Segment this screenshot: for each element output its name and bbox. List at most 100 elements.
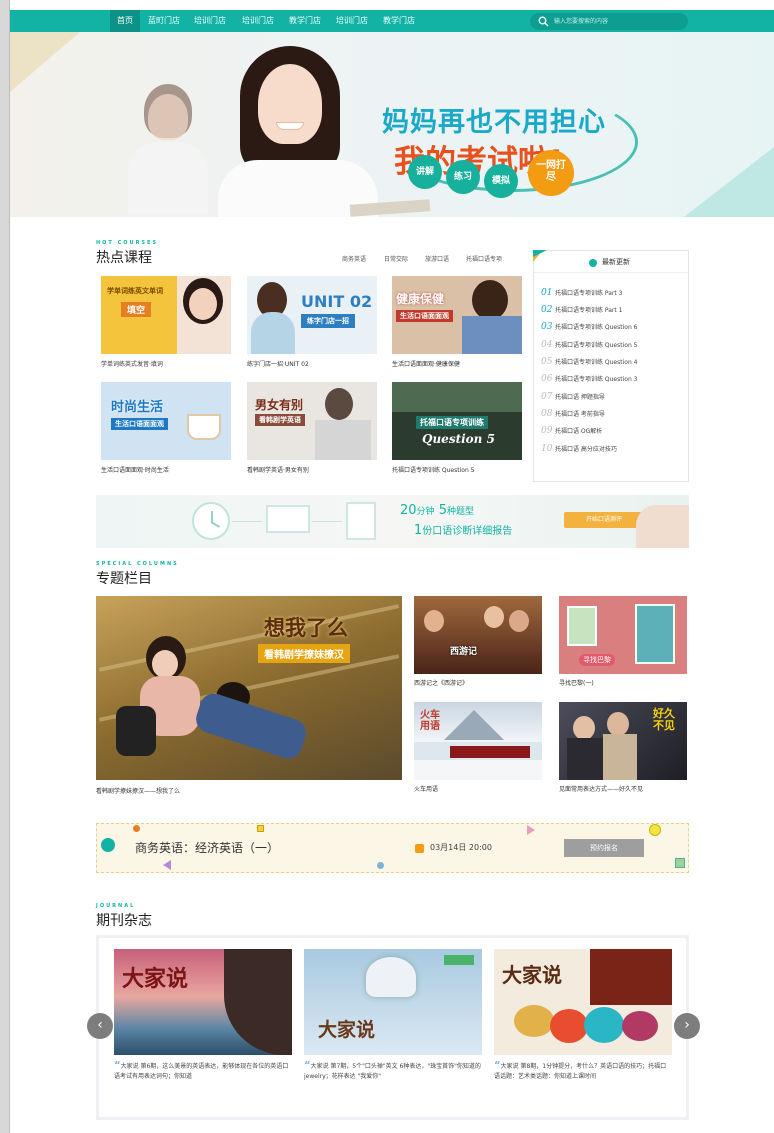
topics-section-en: SPECIAL COLUMNS (96, 561, 179, 567)
thumb-title: 时尚生活 (111, 400, 164, 415)
filter-3[interactable]: 托福口语专项 (466, 254, 502, 263)
live-class-time: 03月14日 20:00 (430, 843, 492, 852)
course-caption[interactable]: 托福口语专项训练 Question 5 (392, 465, 527, 474)
nav-item-home[interactable]: 首页 (110, 10, 140, 32)
list-item[interactable]: 09 托福口语 OG解析 (541, 424, 602, 438)
item-title[interactable]: 托福口语 考前指导 (555, 411, 605, 418)
topic-caption[interactable]: 寻找巴黎(一) (559, 678, 594, 687)
course-thumb[interactable]: 男女有别 看韩剧学英语 (247, 382, 377, 460)
magazine-desc[interactable]: “大家说 第8期，1分钟提分，考什么？英语口语的技巧；托福口语话题：艺术类话题：… (494, 1061, 672, 1081)
featured-overlay-sub: 看韩剧学撩妹撩汉 (258, 644, 350, 663)
item-number: 03 (541, 322, 553, 332)
course-thumb[interactable]: 托福口语专项训练 Question 5 (392, 382, 522, 460)
course-thumb[interactable]: UNIT 02 练字门店一招 (247, 276, 377, 354)
magazine-cover[interactable]: 大家说 (494, 949, 672, 1055)
item-title[interactable]: 托福口语专项训练 Question 4 (555, 359, 637, 366)
topic-caption[interactable]: 火车用语 (414, 784, 438, 793)
list-item[interactable]: 07 托福口语 押题指导 (541, 390, 605, 404)
item-number: 04 (541, 340, 553, 350)
filter-1[interactable]: 日常交际 (384, 254, 408, 263)
decor-line (232, 521, 262, 522)
bubble-all: 一网打尽 (528, 150, 574, 196)
start-test-button[interactable]: 开始口语测评 (564, 512, 644, 528)
course-caption[interactable]: 看韩剧学英语·男女有别 (247, 465, 382, 474)
item-title[interactable]: 托福口语专项训练 Question 6 (555, 324, 637, 331)
nav-item-5[interactable]: 培训门店 (336, 10, 368, 32)
magazine-desc[interactable]: “大家说 第6期，这么美景的英语表达，能够体现在各位的英语口语考试有用表达词句；… (114, 1061, 292, 1081)
filter-0[interactable]: 商务英语 (342, 254, 366, 263)
course-caption[interactable]: 生活口语面面观·时尚生活 (101, 465, 236, 474)
hero-banner[interactable]: 妈妈再也不用担心 我的考试啦! 讲解 练习 模拟 一网打尽 (10, 32, 774, 217)
list-item[interactable]: 02 托福口语专项训练 Part 1 (541, 303, 622, 317)
list-item[interactable]: 05 托福口语专项训练 Question 4 (541, 355, 637, 369)
filter-2[interactable]: 旅游口语 (425, 254, 449, 263)
oral-test-promo[interactable]: 20分钟 5种题型 1份口语诊断详细报告 开始口语测评 (96, 495, 689, 548)
carousel-next-button[interactable]: › (674, 1013, 700, 1039)
course-thumb[interactable]: 学单词练英文单词 填空 (101, 276, 231, 354)
thumb-sub: 练字门店一招 (301, 314, 355, 328)
bubble-practice: 练习 (446, 160, 480, 194)
topic-thumb[interactable]: 西游记 (414, 596, 542, 674)
reserve-button[interactable]: 预约报名 (564, 839, 644, 857)
featured-topic-image[interactable]: 想我了么 看韩剧学撩妹撩汉 (96, 596, 402, 780)
topic-thumb[interactable]: 火车用语 (414, 702, 542, 780)
topic-thumb[interactable]: 好久不见 (559, 702, 687, 780)
item-number: 02 (541, 305, 553, 315)
list-item[interactable]: 08 托福口语 考前指导 (541, 407, 605, 421)
magazine-cover[interactable]: 大家说 (114, 949, 292, 1055)
item-number: 05 (541, 357, 553, 367)
list-item[interactable]: 04 托福口语专项训练 Question 5 (541, 338, 637, 352)
topic-caption[interactable]: 见面常用表达方式——好久不见 (559, 784, 643, 793)
topic-thumb[interactable]: 寻找巴黎 (559, 596, 687, 674)
item-title[interactable]: 托福口语专项训练 Question 3 (555, 376, 637, 383)
hot-section-title: 热点课程 (96, 250, 152, 266)
promo-line-1: 20分钟 5种题型 (400, 503, 474, 518)
course-thumb[interactable]: 健康保健 生活口语面面观 (392, 276, 522, 354)
cover-title: 大家说 (502, 963, 562, 987)
list-item[interactable]: 01 托福口语专项训练 Part 3 (541, 286, 622, 300)
girl-figure (218, 40, 378, 217)
item-title[interactable]: 托福口语专项训练 Part 1 (555, 307, 622, 314)
nav-item-2[interactable]: 培训门店 (194, 10, 226, 32)
bubble-explain: 讲解 (408, 155, 442, 189)
boy-figure (128, 84, 208, 214)
bubble-mock: 模拟 (484, 164, 518, 198)
list-item[interactable]: 03 托福口语专项训练 Question 6 (541, 320, 637, 334)
course-caption[interactable]: 生活口语面面观·健康保健 (392, 359, 527, 368)
topic-overlay: 寻找巴黎 (579, 654, 615, 666)
course-thumb[interactable]: 时尚生活 生活口语面面观 (101, 382, 231, 460)
magazine-desc[interactable]: “大家说 第7期，5个"口头禅"英文 6种表达，"珠宝首饰"你知道的 jewel… (304, 1061, 482, 1081)
nav-item-6[interactable]: 教学门店 (383, 10, 415, 32)
topic-caption[interactable]: 西游记之《西游记》 (414, 678, 468, 687)
live-class-strip[interactable]: 商务英语：经济英语（一） 03月14日 20:00 预约报名 (96, 823, 689, 873)
item-title[interactable]: 托福口语专项训练 Part 3 (555, 290, 622, 297)
carousel-prev-button[interactable]: ‹ (87, 1013, 113, 1039)
nav-item-1[interactable]: 蓝町门店 (148, 10, 180, 32)
magazine-carousel: 大家说 “大家说 第6期，这么美景的英语表达，能够体现在各位的英语口语考试有用表… (96, 935, 689, 1120)
search-icon[interactable] (538, 16, 549, 27)
featured-overlay-title: 想我了么 (264, 616, 348, 640)
monitor-icon (266, 505, 310, 533)
item-title[interactable]: 托福口语 高分应对技巧 (555, 446, 617, 453)
window-left-border (0, 0, 10, 1133)
topic-overlay: 火车用语 (420, 710, 440, 732)
nav-item-3[interactable]: 培训门店 (242, 10, 274, 32)
magazine-cover[interactable]: 大家说 (304, 949, 482, 1055)
featured-topic-caption[interactable]: 看韩剧学撩妹撩汉——想我了么 (96, 786, 180, 795)
live-class-title: 商务英语：经济英语（一） (135, 841, 280, 855)
item-title[interactable]: 托福口语专项训练 Question 5 (555, 342, 637, 349)
hand-graphic (636, 505, 689, 548)
list-item[interactable]: 06 托福口语专项训练 Question 3 (541, 372, 637, 386)
list-item[interactable]: 10 托福口语 高分应对技巧 (541, 442, 617, 456)
course-caption[interactable]: 练字门店一招·UNIT 02 (247, 359, 382, 368)
item-title[interactable]: 托福口语 押题指导 (555, 394, 605, 401)
item-title[interactable]: 托福口语 OG解析 (555, 428, 602, 435)
item-number: 10 (541, 444, 553, 454)
nav-item-4[interactable]: 教学门店 (289, 10, 321, 32)
course-caption[interactable]: 学单词练英式发音·填词 (101, 359, 236, 368)
search-input[interactable] (554, 15, 680, 28)
banner-headline-1: 妈妈再也不用担心 (382, 107, 606, 138)
decor-triangle (527, 825, 535, 835)
thumb-title: 健康保健 (396, 292, 445, 306)
search-box[interactable] (530, 13, 688, 30)
